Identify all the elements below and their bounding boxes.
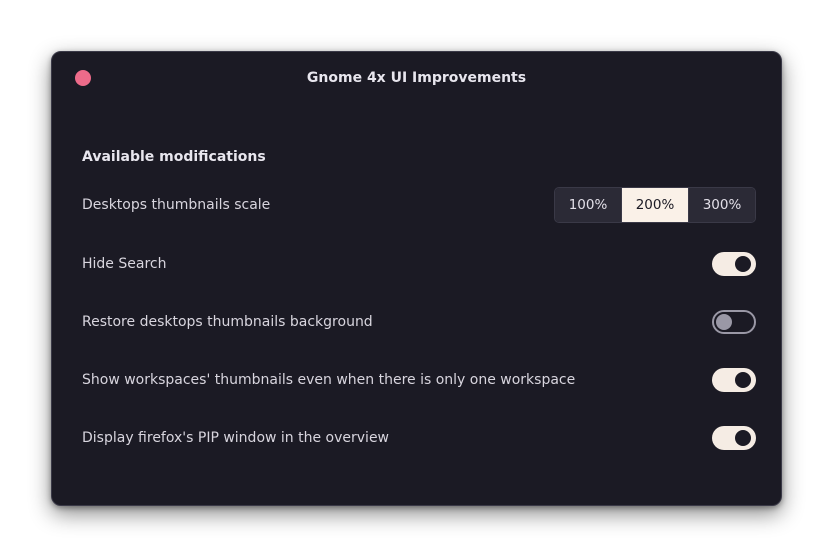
scale-200-button[interactable]: 200% [621,188,688,222]
thumbnails-scale-selector: 100% 200% 300% [554,187,756,223]
hide-search-label: Hide Search [82,256,167,272]
row-thumbnails-scale: Desktops thumbnails scale 100% 200% 300% [82,187,756,223]
scale-300-button[interactable]: 300% [688,188,755,222]
row-firefox-pip: Display firefox's PIP window in the over… [82,420,756,456]
titlebar: Gnome 4x UI Improvements [52,52,781,106]
restore-background-toggle[interactable] [712,310,756,334]
section-title: Available modifications [82,149,266,165]
firefox-pip-label: Display firefox's PIP window in the over… [82,430,390,446]
scale-100-button[interactable]: 100% [555,188,621,222]
row-hide-search: Hide Search [82,246,756,282]
window-title: Gnome 4x UI Improvements [306,70,527,86]
restore-background-label: Restore desktops thumbnails background [82,314,373,330]
show-single-workspace-toggle[interactable] [712,368,756,392]
row-restore-background: Restore desktops thumbnails background [82,304,756,340]
hide-search-toggle[interactable] [712,252,756,276]
show-single-workspace-label: Show workspaces' thumbnails even when th… [82,372,576,388]
firefox-pip-toggle[interactable] [712,426,756,450]
settings-window: Gnome 4x UI Improvements Available modif… [51,51,782,506]
toggle-knob [716,314,732,330]
toggle-knob [735,372,751,388]
toggle-knob [735,256,751,272]
thumbnails-scale-label: Desktops thumbnails scale [82,197,271,213]
toggle-knob [735,430,751,446]
row-show-single-workspace: Show workspaces' thumbnails even when th… [82,362,756,398]
